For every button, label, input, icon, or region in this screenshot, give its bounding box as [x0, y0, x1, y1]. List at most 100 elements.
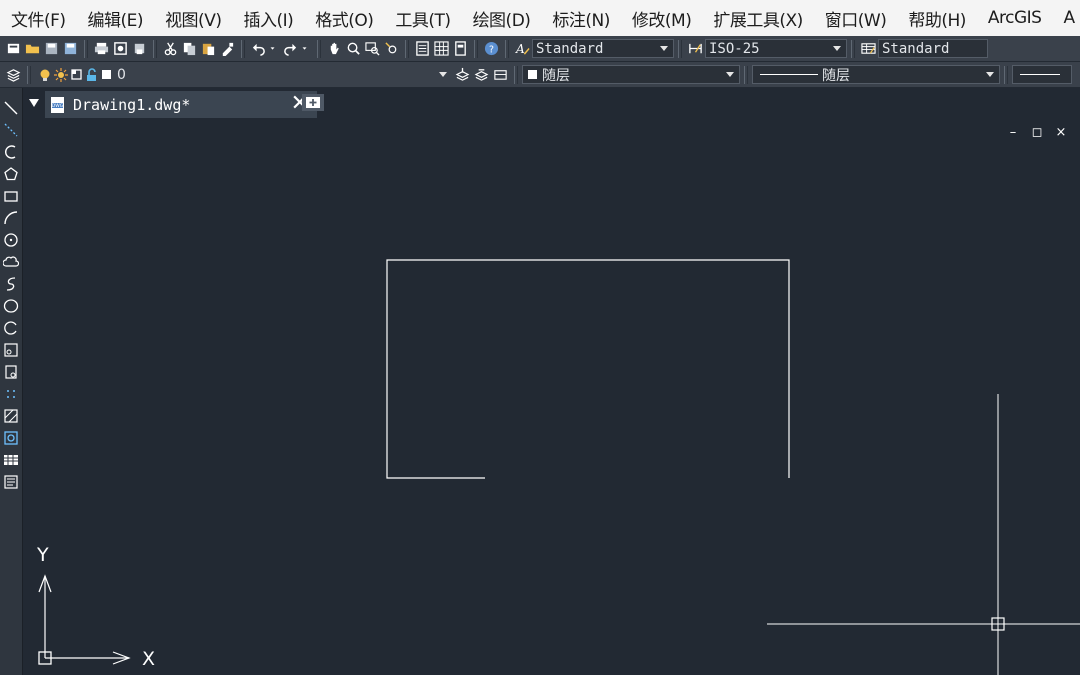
toolbar-separator	[514, 65, 518, 84]
toolbar-separator	[678, 39, 682, 58]
text-style-select[interactable]: Standard	[532, 39, 674, 58]
text-style-icon[interactable]: A	[515, 41, 530, 56]
layer-states-icon[interactable]	[493, 67, 508, 82]
table-style-select[interactable]: Standard	[878, 39, 988, 58]
dimension-style-select[interactable]: ISO-25	[705, 39, 847, 58]
rectangle-icon[interactable]	[3, 188, 19, 204]
drawing-canvas[interactable]: Y X	[23, 120, 1080, 675]
print-icon[interactable]	[94, 41, 109, 56]
menu-help[interactable]: 帮助(H)	[897, 6, 977, 31]
layer-select[interactable]: 0	[35, 65, 453, 84]
menu-format[interactable]: 格式(O)	[304, 6, 384, 31]
menu-dimension[interactable]: 标注(N)	[541, 6, 620, 31]
chevron-down-icon	[986, 72, 994, 77]
properties-icon[interactable]	[415, 41, 430, 56]
make-block-icon[interactable]	[3, 364, 19, 380]
dimension-style-icon[interactable]	[688, 41, 703, 56]
new-file-icon[interactable]	[6, 41, 21, 56]
save-icon[interactable]	[44, 41, 59, 56]
pan-hand-icon[interactable]	[327, 41, 342, 56]
menu-insert[interactable]: 插入(I)	[232, 6, 304, 31]
toolbar-separator	[405, 39, 409, 58]
menu-draw[interactable]: 绘图(D)	[462, 6, 542, 31]
color-control-select[interactable]: 随层	[522, 65, 740, 84]
layer-manager-icon[interactable]	[6, 67, 21, 82]
toolbar-separator	[505, 39, 509, 58]
tab-drawing1[interactable]: DWG Drawing1.dwg* ✕	[45, 91, 317, 118]
plot-preview-icon[interactable]	[113, 41, 128, 56]
menu-express-tools[interactable]: 扩展工具(X)	[702, 6, 813, 31]
layer-previous-icon[interactable]	[474, 67, 489, 82]
zoom-window-icon[interactable]	[365, 41, 380, 56]
menu-file[interactable]: 文件(F)	[0, 6, 77, 31]
drawn-polyline[interactable]	[386, 259, 790, 479]
undo-dropdown-icon[interactable]	[270, 41, 279, 56]
menu-bar: 文件(F) 编辑(E) 视图(V) 插入(I) 格式(O) 工具(T) 绘图(D…	[0, 0, 1080, 37]
menu-window[interactable]: 窗口(W)	[814, 6, 898, 31]
redo-dropdown-icon[interactable]	[302, 41, 311, 56]
tool-palettes-icon[interactable]	[453, 41, 468, 56]
menu-edit[interactable]: 编辑(E)	[77, 6, 155, 31]
revision-cloud-icon[interactable]	[3, 254, 19, 270]
zoom-realtime-icon[interactable]	[346, 41, 361, 56]
plus-icon	[306, 97, 320, 108]
toolbar-separator	[27, 65, 31, 84]
make-object-layer-current-icon[interactable]	[455, 67, 470, 82]
menu-arcgis[interactable]: ArcGIS	[977, 8, 1053, 28]
table-style-value: Standard	[882, 40, 950, 57]
circle-icon[interactable]	[3, 232, 19, 248]
arc-icon[interactable]	[3, 210, 19, 226]
point-icon[interactable]	[3, 386, 19, 402]
match-properties-icon[interactable]	[220, 41, 235, 56]
polyline-arc-icon[interactable]	[3, 144, 19, 160]
spline-icon[interactable]	[3, 276, 19, 292]
lineweight-control-select[interactable]	[1012, 65, 1072, 84]
publish-icon[interactable]	[132, 41, 147, 56]
layer-name-value: 0	[117, 66, 126, 83]
toolbar-separator	[84, 39, 88, 58]
toolbar-separator	[153, 39, 157, 58]
menu-modify[interactable]: 修改(M)	[621, 6, 702, 31]
document-tab-bar: DWG Drawing1.dwg* ✕	[23, 88, 1080, 120]
linetype-control-select[interactable]: 随层	[752, 65, 1000, 84]
help-icon[interactable]: ?	[484, 41, 499, 56]
design-center-icon[interactable]	[434, 41, 449, 56]
svg-text:DWG: DWG	[52, 103, 64, 109]
multiline-text-icon[interactable]	[3, 474, 19, 490]
sun-icon	[54, 67, 68, 82]
tab-title: Drawing1.dwg*	[73, 95, 191, 114]
construction-line-icon[interactable]	[3, 122, 19, 138]
chevron-down-icon	[439, 72, 447, 77]
ucs-icon	[38, 574, 131, 665]
cut-icon[interactable]	[163, 41, 178, 56]
menu-view[interactable]: 视图(V)	[154, 6, 232, 31]
table-icon[interactable]	[3, 452, 19, 468]
chevron-down-icon	[660, 46, 668, 51]
zoom-previous-icon[interactable]	[384, 41, 399, 56]
ellipse-arc-icon[interactable]	[3, 320, 19, 336]
region-icon[interactable]	[3, 430, 19, 446]
linetype-preview-line	[760, 74, 818, 75]
polygon-icon[interactable]	[3, 166, 19, 182]
menu-tools[interactable]: 工具(T)	[384, 6, 461, 31]
table-style-icon[interactable]	[861, 41, 876, 56]
toolbar-separator	[851, 39, 855, 58]
new-tab-button[interactable]	[302, 94, 324, 111]
lightbulb-icon	[40, 69, 50, 81]
hatch-icon[interactable]	[3, 408, 19, 424]
save-as-icon[interactable]	[63, 41, 78, 56]
toolbar-separator	[241, 39, 245, 58]
dimension-style-value: ISO-25	[709, 40, 760, 57]
menu-more[interactable]: A	[1052, 8, 1080, 28]
paste-icon[interactable]	[201, 41, 216, 56]
toolbar-separator	[1004, 65, 1008, 84]
line-tool-icon[interactable]	[3, 100, 19, 116]
redo-icon[interactable]	[283, 41, 298, 56]
undo-icon[interactable]	[251, 41, 266, 56]
tab-list-dropdown-icon[interactable]	[28, 98, 40, 108]
insert-block-icon[interactable]	[3, 342, 19, 358]
copy-icon[interactable]	[182, 41, 197, 56]
open-folder-icon[interactable]	[25, 41, 40, 56]
ucs-y-label: Y	[36, 544, 49, 566]
ellipse-icon[interactable]	[3, 298, 19, 314]
